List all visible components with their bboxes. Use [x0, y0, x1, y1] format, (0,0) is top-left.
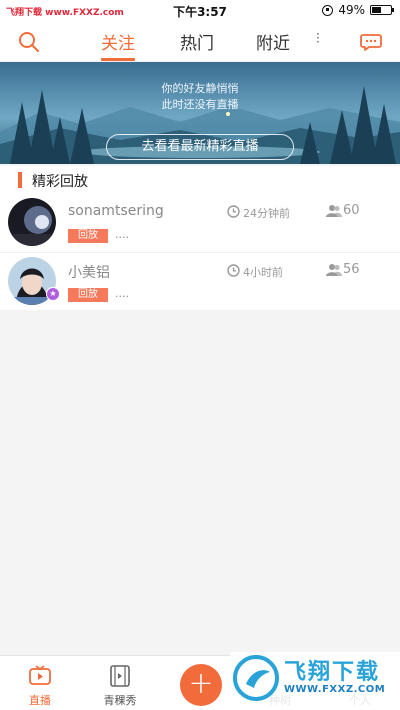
viewer-count: 56 [343, 262, 360, 277]
replay-tag: 回放 [68, 229, 108, 243]
browse-live-button[interactable]: 去看看最新精彩直播 [106, 134, 294, 160]
tab-live[interactable]: 直播 [10, 656, 70, 710]
status-bar: 飞翔下载 www.FXXZ.com 下午3:57 49% [0, 0, 400, 22]
message-icon[interactable] [360, 31, 382, 53]
viewers-icon [326, 264, 342, 276]
watermark-overlay: 飞翔下载 WWW.FXXZ.COM [230, 652, 400, 710]
battery-percent: 49% [338, 3, 365, 17]
list-item[interactable]: sonamtsering 回放 .... 24分钟前 60 [0, 194, 400, 252]
tab-hot[interactable]: 热门 [180, 29, 214, 54]
orientation-lock-icon [322, 4, 334, 16]
top-nav: 关注 热门 附近 · · · [0, 22, 400, 62]
clock-icon [227, 264, 240, 277]
replay-tag: 回放 [68, 288, 108, 302]
avatar[interactable] [8, 198, 56, 246]
banner-line-1: 你的好友静悄悄 [161, 82, 239, 95]
tab-show[interactable]: 青稞秀 [90, 656, 150, 710]
replay-description: .... [115, 228, 129, 241]
section-title: 精彩回放 [32, 174, 88, 190]
replay-list: sonamtsering 回放 .... 24分钟前 60 ★ 小美铝 回放 .… [0, 194, 400, 310]
streamer-name[interactable]: 小美铝 [68, 262, 110, 282]
watermark-domain: WWW.FXXZ.COM [284, 684, 386, 695]
replay-description: .... [115, 287, 129, 300]
start-live-plus-button[interactable]: + [180, 664, 222, 706]
active-tab-indicator [101, 58, 135, 61]
tab-following[interactable]: 关注 [101, 29, 135, 54]
film-icon [110, 665, 130, 687]
watermark-title: 飞翔下载 [284, 660, 381, 685]
viewer-count: 60 [343, 203, 360, 218]
tab-live-label: 直播 [29, 694, 51, 707]
section-accent-bar [18, 172, 22, 188]
battery-icon [370, 5, 394, 15]
viewers-icon [326, 205, 342, 217]
vip-badge-icon: ★ [46, 287, 60, 301]
status-right: 49% [322, 3, 394, 17]
section-header: 精彩回放 [0, 166, 400, 194]
tab-nearby[interactable]: 附近 [256, 29, 290, 54]
list-item[interactable]: ★ 小美铝 回放 .... 4小时前 56 [0, 252, 400, 310]
tab-show-label: 青稞秀 [103, 694, 137, 707]
empty-following-banner: 你的好友静悄悄 此时还没有直播 去看看最新精彩直播 [0, 62, 400, 164]
watermark-logo-icon [233, 655, 279, 701]
streamer-name[interactable]: sonamtsering [68, 203, 164, 219]
banner-line-2: 此时还没有直播 [161, 98, 239, 111]
search-icon[interactable] [18, 31, 40, 53]
replay-time: 24分钟前 [243, 207, 290, 220]
replay-time: 4小时前 [243, 266, 283, 279]
tv-icon [29, 665, 51, 685]
clock-icon [227, 205, 240, 218]
more-dots-icon[interactable]: · · · [316, 28, 320, 48]
